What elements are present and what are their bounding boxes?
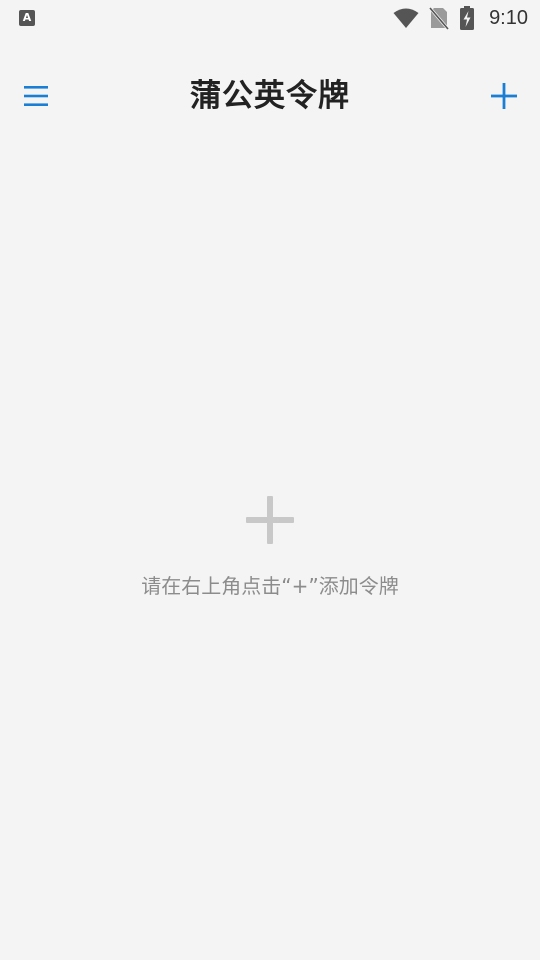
- wifi-icon: [393, 8, 419, 28]
- clock: 9:10: [489, 6, 528, 29]
- add-token-button[interactable]: [482, 74, 526, 118]
- empty-hint-text: 请在右上角点击“+”添加令牌: [141, 574, 399, 598]
- menu-button[interactable]: [14, 74, 58, 118]
- page-title: 蒲公英令牌: [190, 78, 350, 114]
- no-sim-icon: [429, 7, 450, 30]
- keyboard-notification-icon: A: [19, 10, 35, 26]
- plus-icon: [491, 83, 517, 109]
- status-icons: 9:10: [393, 6, 528, 30]
- battery-charging-icon: [460, 6, 475, 30]
- status-bar: A 9:10: [0, 0, 540, 36]
- hamburger-menu-icon: [24, 86, 48, 106]
- empty-plus-icon: [246, 496, 294, 544]
- empty-state: 请在右上角点击“+”添加令牌: [0, 494, 540, 600]
- app-toolbar: 蒲公英令牌: [0, 60, 540, 132]
